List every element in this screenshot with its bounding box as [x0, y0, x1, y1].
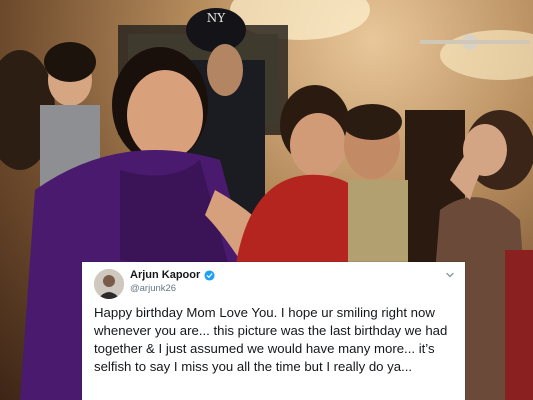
chevron-down-icon[interactable] [445, 270, 455, 280]
tweet-card: Arjun Kapoor @arjunk26 Happy birthday Mo… [82, 262, 465, 400]
author-name[interactable]: Arjun Kapoor [130, 269, 200, 281]
avatar[interactable] [94, 269, 124, 299]
verified-icon [204, 269, 215, 281]
cap-logo: NY [207, 11, 227, 25]
author-row: Arjun Kapoor [130, 269, 215, 281]
author-handle[interactable]: @arjunk26 [130, 283, 176, 294]
tweet-text: Happy birthday Mom Love You. I hope ur s… [94, 305, 448, 374]
